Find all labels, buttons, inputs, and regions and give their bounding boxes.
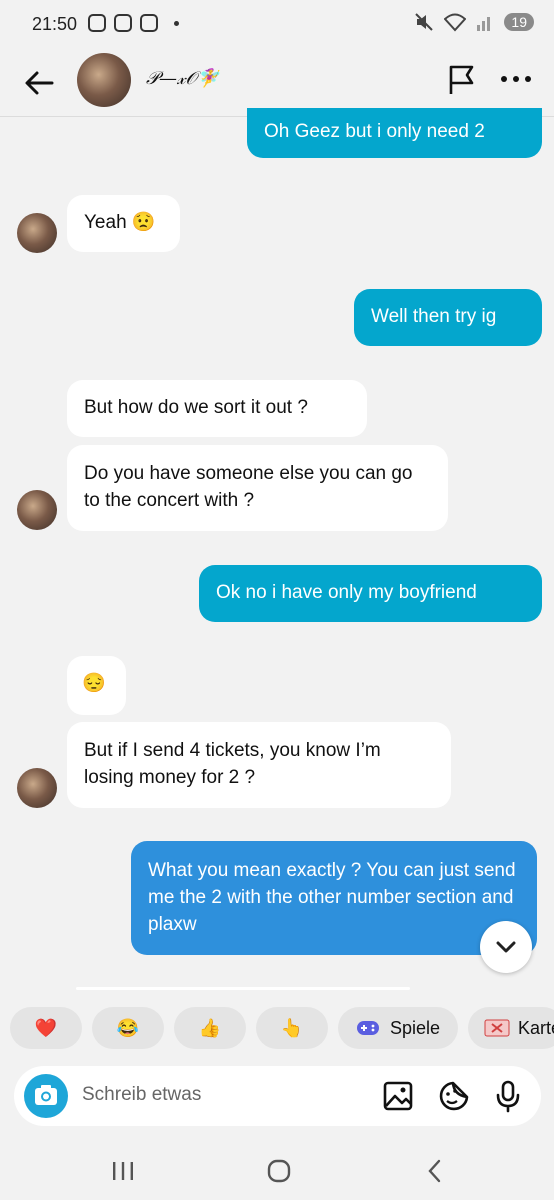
- signal-icon: [477, 17, 491, 31]
- message-incoming[interactable]: But if I send 4 tickets, you know I’m lo…: [67, 722, 451, 808]
- cards-button[interactable]: Karte: [468, 1007, 554, 1049]
- gift-card-icon: [484, 1019, 510, 1037]
- worried-emoji: 😟: [131, 212, 156, 234]
- flag-icon[interactable]: [447, 64, 477, 96]
- contact-avatar[interactable]: [77, 53, 131, 107]
- contact-name[interactable]: 𝒫—𝓍𝒪🧚‍♀️: [146, 68, 219, 89]
- microphone-icon[interactable]: [490, 1078, 526, 1114]
- reaction-thumbs-up-button[interactable]: 👍: [174, 1007, 246, 1049]
- battery-level: 19: [504, 13, 534, 31]
- message-input[interactable]: Schreib etwas: [82, 1084, 201, 1106]
- camera-icon: [35, 1085, 57, 1105]
- message-incoming[interactable]: 😔: [67, 656, 126, 715]
- reaction-heart-button[interactable]: ❤️: [10, 1007, 82, 1049]
- recent-apps-icon[interactable]: [108, 1156, 138, 1186]
- pensive-emoji: 😔: [82, 673, 106, 695]
- message-input-bar: Schreib etwas: [14, 1066, 541, 1126]
- camera-button[interactable]: [24, 1074, 68, 1118]
- back-nav-icon[interactable]: [420, 1156, 450, 1186]
- wifi-icon: [444, 13, 467, 32]
- gamepad-icon: [356, 1021, 379, 1035]
- scroll-down-button[interactable]: [480, 921, 532, 973]
- message-outgoing[interactable]: Well then try ig: [354, 289, 542, 346]
- chevron-down-icon: [496, 941, 516, 953]
- image-icon[interactable]: [380, 1078, 416, 1114]
- shopping-icon: [140, 14, 158, 32]
- instagram-icon: [114, 14, 132, 32]
- notification-dot-icon: [174, 20, 179, 26]
- games-button[interactable]: Spiele: [338, 1007, 458, 1049]
- typing-divider: [76, 987, 410, 990]
- system-nav-bar: [0, 1140, 554, 1200]
- message-outgoing-selected[interactable]: What you mean exactly ? You can just sen…: [131, 841, 537, 955]
- status-bar: 21:50 19: [0, 0, 554, 52]
- mute-icon: [415, 13, 434, 31]
- message-incoming[interactable]: But how do we sort it out ?: [67, 380, 367, 437]
- more-dots-icon[interactable]: [498, 64, 534, 94]
- sender-avatar[interactable]: [17, 768, 57, 808]
- reaction-laugh-button[interactable]: 😂: [92, 1007, 164, 1049]
- reaction-point-up-button[interactable]: 👆: [256, 1007, 328, 1049]
- message-incoming[interactable]: Do you have someone else you can go to t…: [67, 445, 448, 531]
- sender-avatar[interactable]: [17, 213, 57, 253]
- message-outgoing[interactable]: Ok no i have only my boyfriend: [199, 565, 542, 622]
- screenshot-icon: [88, 14, 106, 32]
- status-time: 21:50: [32, 14, 78, 34]
- message-outgoing[interactable]: Oh Geez but i only need 2: [247, 108, 542, 158]
- sender-avatar[interactable]: [17, 490, 57, 530]
- home-icon[interactable]: [264, 1156, 294, 1186]
- arrow-left-icon[interactable]: [22, 66, 56, 100]
- message-incoming[interactable]: Yeah 😟: [67, 195, 180, 252]
- sticker-icon[interactable]: [436, 1078, 472, 1114]
